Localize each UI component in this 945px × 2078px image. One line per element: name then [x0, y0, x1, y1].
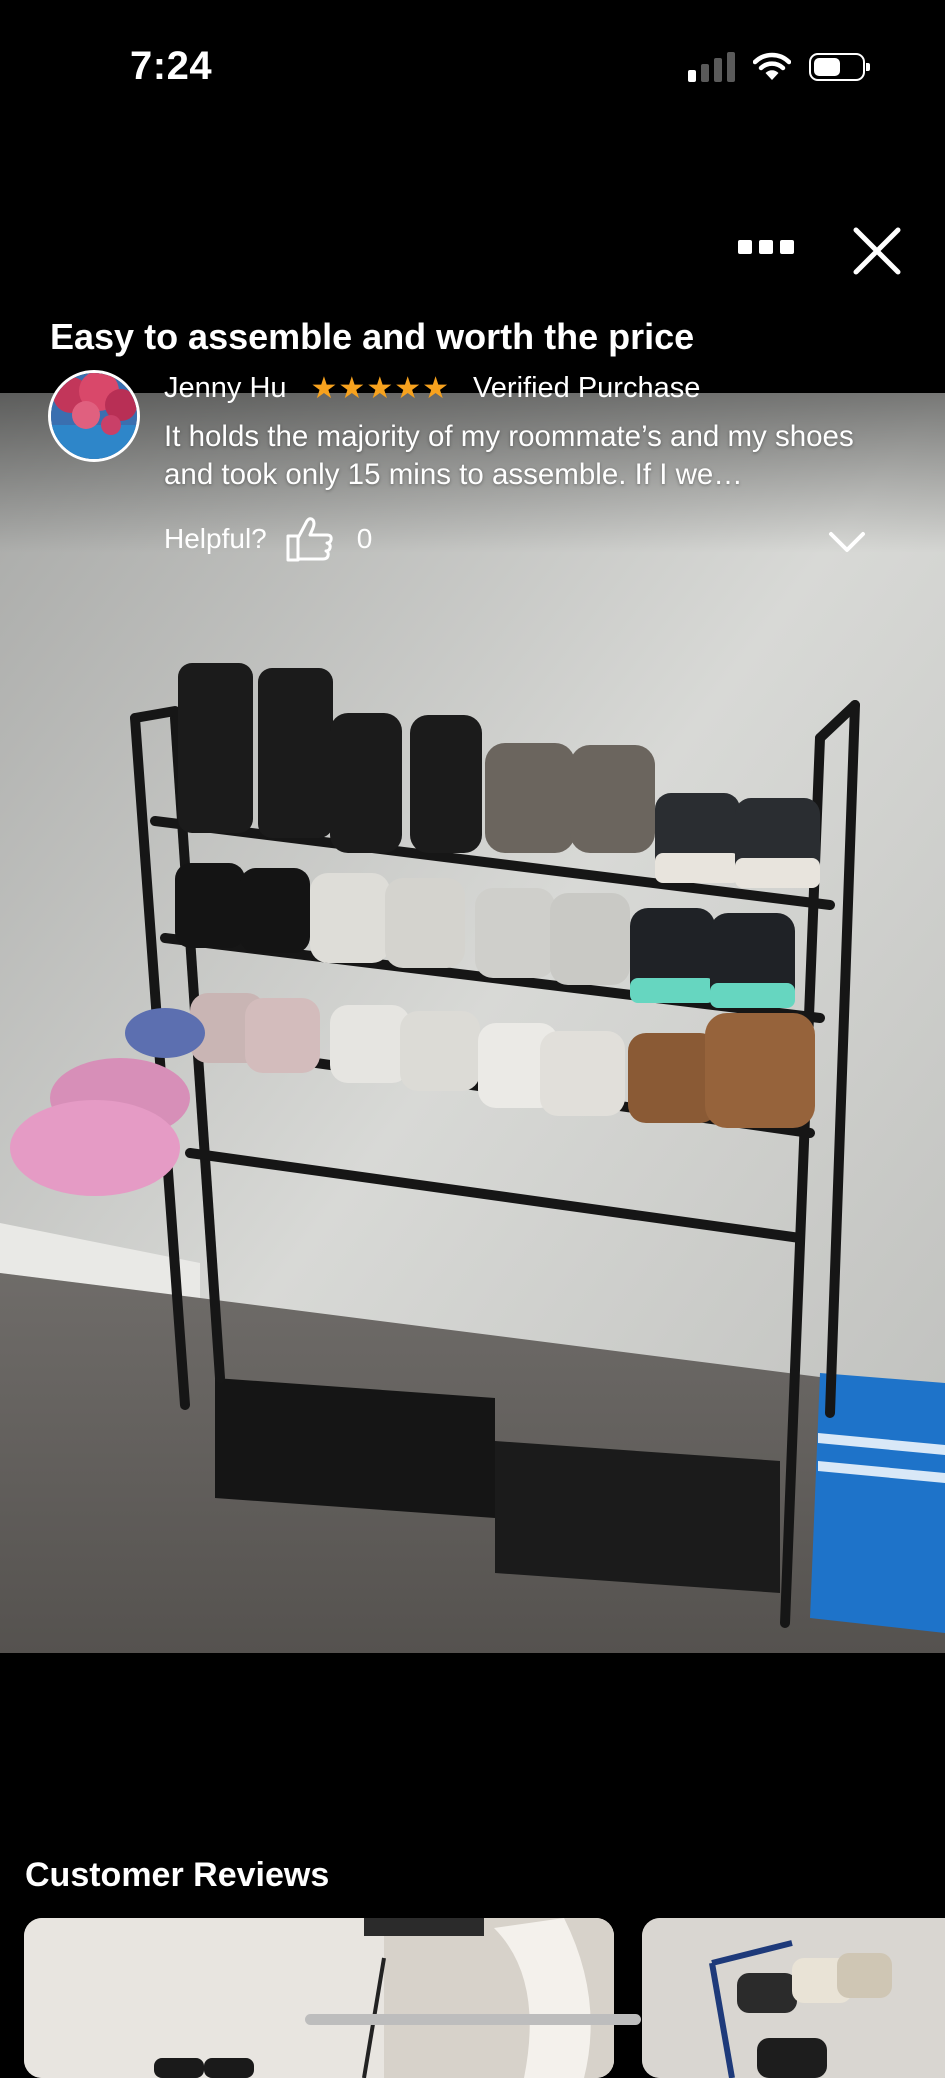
chevron-down-icon[interactable] [828, 530, 866, 554]
status-time: 7:24 [130, 44, 213, 88]
helpful-row: Helpful? 0 [164, 516, 372, 562]
star-icon: ★ [422, 371, 450, 405]
review-thumbnail-image [642, 1918, 945, 2078]
section-title: Customer Reviews [25, 1856, 330, 1894]
reviewer-name[interactable]: Jenny Hu [164, 372, 287, 405]
helpful-count: 0 [356, 523, 373, 554]
review-thumbnail[interactable] [642, 1918, 945, 2078]
star-icon: ★ [366, 371, 394, 405]
home-indicator[interactable] [305, 2014, 641, 2025]
more-options-button[interactable] [738, 240, 794, 254]
helpful-label: Helpful? [164, 523, 267, 554]
avatar-image [51, 373, 137, 459]
status-icons [688, 52, 870, 82]
battery-icon [809, 53, 870, 81]
signal-icon [688, 52, 735, 82]
review-thumbnail[interactable] [24, 1918, 614, 2078]
star-rating: ★ ★ ★ ★ ★ [310, 371, 450, 405]
review-body[interactable]: It holds the majority of my roommate’s a… [164, 418, 892, 494]
more-icon [738, 240, 752, 254]
star-icon: ★ [310, 371, 338, 405]
thumbs-up-icon[interactable] [285, 516, 335, 562]
review-meta: Jenny Hu ★ ★ ★ ★ ★ Verified Purchase [164, 372, 700, 405]
review-photo [0, 393, 945, 1653]
star-icon: ★ [394, 371, 422, 405]
review-title: Easy to assemble and worth the price [50, 316, 695, 357]
avatar[interactable] [48, 370, 140, 462]
wifi-icon [753, 52, 791, 80]
review-thumbnail-image [24, 1918, 614, 2078]
star-icon: ★ [338, 371, 366, 405]
close-icon[interactable] [852, 226, 902, 276]
verified-purchase-badge: Verified Purchase [473, 372, 701, 404]
